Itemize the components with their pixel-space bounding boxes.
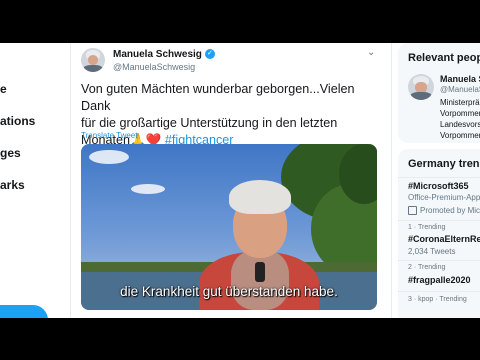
nav-item-notifications[interactable]: ations xyxy=(0,114,35,128)
relevant-bio-line: Ministerprä xyxy=(440,98,480,107)
trend-meta: 3 · kpop · Trending xyxy=(408,296,467,303)
relevant-bio-line: Landesvors xyxy=(440,120,480,129)
author-avatar[interactable] xyxy=(81,48,105,72)
right-sidebar: Relevant people Manuela S @ManuelaS Mini… xyxy=(398,43,480,318)
translate-tweet-link[interactable]: Translate Tweet xyxy=(81,131,137,140)
left-nav: e ations ges arks xyxy=(0,43,60,318)
relevant-bio-line: Vorpommer xyxy=(440,109,480,118)
trend-name[interactable]: #CoronaElternRech xyxy=(408,234,480,244)
divider xyxy=(398,220,480,221)
trend-name[interactable]: #fragpalle2020 xyxy=(408,275,471,285)
promoted-icon xyxy=(408,206,417,216)
trend-description: Office-Premium-App xyxy=(408,193,480,202)
tweet-button[interactable] xyxy=(0,305,48,318)
divider xyxy=(398,177,480,178)
relevant-people-title: Relevant people xyxy=(408,52,480,64)
trend-tweet-count: 2,034 Tweets xyxy=(408,247,456,256)
cloud xyxy=(89,150,129,164)
video-subtitle: die Krankheit gut überstanden habe. xyxy=(120,284,338,299)
cloud xyxy=(131,184,165,194)
verified-badge-icon: ✓ xyxy=(204,49,215,60)
nav-item-explore[interactable]: e xyxy=(0,82,7,96)
relevant-avatar[interactable] xyxy=(408,74,434,100)
relevant-bio-line: Vorpommer xyxy=(440,131,480,140)
divider xyxy=(398,291,480,292)
trends-title: Germany trends xyxy=(408,158,480,170)
promoted-label: Promoted by Micros xyxy=(408,206,480,216)
author-name[interactable]: Manuela Schwesig ✓ xyxy=(113,49,215,60)
trends-card: Germany trends #Microsoft365 Office-Prem… xyxy=(398,149,480,318)
relevant-handle[interactable]: @ManuelaS xyxy=(440,85,480,94)
relevant-name[interactable]: Manuela S xyxy=(440,74,480,84)
microphone xyxy=(255,262,265,282)
author-handle[interactable]: @ManuelaSchwesig xyxy=(113,62,195,72)
chevron-down-icon[interactable]: ⌄ xyxy=(367,47,375,58)
twitter-screen: e ations ges arks Manuela Schwesig ✓ @Man… xyxy=(0,43,480,318)
divider xyxy=(398,260,480,261)
trend-meta: 1 · Trending xyxy=(408,224,446,231)
letterbox-bar xyxy=(0,318,480,360)
relevant-people-card: Relevant people Manuela S @ManuelaS Mini… xyxy=(398,43,480,143)
nav-item-messages[interactable]: ges xyxy=(0,146,21,160)
nav-item-bookmarks[interactable]: arks xyxy=(0,178,25,192)
person-hair xyxy=(229,180,291,214)
trend-meta: 2 · Trending xyxy=(408,264,446,271)
tweet-column: Manuela Schwesig ✓ @ManuelaSchwesig ⌄ Von… xyxy=(70,43,392,318)
trend-name[interactable]: #Microsoft365 xyxy=(408,181,469,191)
tweet-video[interactable]: die Krankheit gut überstanden habe. xyxy=(81,144,377,310)
